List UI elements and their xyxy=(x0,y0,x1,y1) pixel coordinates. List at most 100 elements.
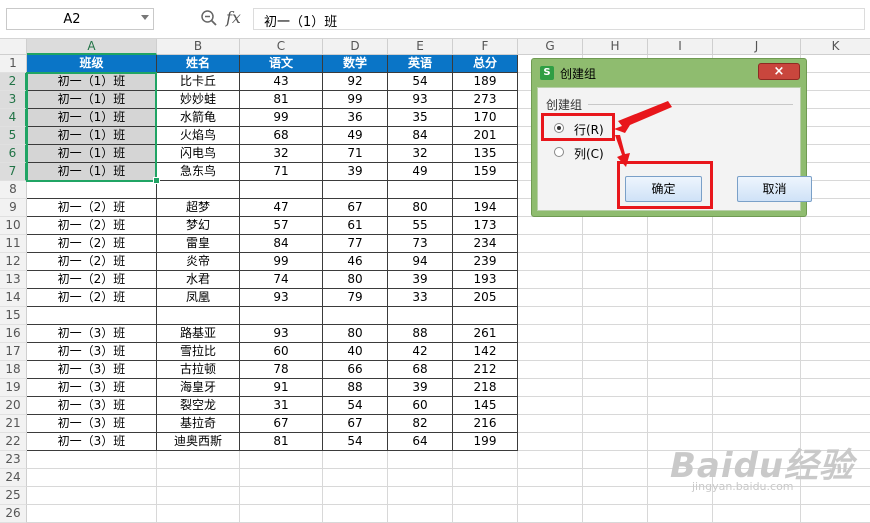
table-cell[interactable]: 40 xyxy=(323,343,388,361)
fx-icon[interactable]: fx xyxy=(226,8,241,27)
table-cell[interactable] xyxy=(801,289,870,307)
row-header[interactable]: 26 xyxy=(0,505,27,523)
table-cell[interactable] xyxy=(713,451,801,469)
table-cell[interactable] xyxy=(323,469,388,487)
table-cell[interactable]: 80 xyxy=(323,325,388,343)
table-cell[interactable] xyxy=(713,469,801,487)
table-cell[interactable]: 79 xyxy=(323,289,388,307)
table-cell[interactable] xyxy=(240,451,323,469)
table-cell[interactable] xyxy=(583,325,648,343)
table-cell[interactable]: 初一（2）班 xyxy=(27,217,157,235)
fill-handle[interactable] xyxy=(153,177,160,184)
table-cell[interactable]: 55 xyxy=(388,217,453,235)
table-cell[interactable]: 39 xyxy=(388,271,453,289)
table-cell[interactable]: 73 xyxy=(388,235,453,253)
table-cell[interactable]: 67 xyxy=(323,415,388,433)
table-cell[interactable] xyxy=(27,469,157,487)
table-cell[interactable] xyxy=(648,415,713,433)
table-cell[interactable]: 99 xyxy=(323,91,388,109)
table-cell[interactable] xyxy=(157,469,240,487)
table-cell[interactable] xyxy=(240,469,323,487)
table-cell[interactable] xyxy=(583,469,648,487)
close-button[interactable]: × xyxy=(758,63,800,80)
table-cell[interactable] xyxy=(157,181,240,199)
column-header-g[interactable]: G xyxy=(518,39,583,55)
table-cell[interactable] xyxy=(801,253,870,271)
table-cell[interactable]: 初一（1）班 xyxy=(27,163,157,181)
table-cell[interactable]: 初一（2）班 xyxy=(27,199,157,217)
table-cell[interactable]: 81 xyxy=(240,433,323,451)
table-cell[interactable] xyxy=(648,343,713,361)
table-cell[interactable] xyxy=(583,253,648,271)
row-header[interactable]: 11 xyxy=(0,235,27,253)
table-cell[interactable]: 54 xyxy=(388,73,453,91)
table-cell[interactable] xyxy=(801,433,870,451)
table-cell[interactable] xyxy=(801,127,870,145)
table-cell[interactable] xyxy=(801,199,870,217)
table-cell[interactable]: 194 xyxy=(453,199,518,217)
row-header[interactable]: 14 xyxy=(0,289,27,307)
table-cell[interactable] xyxy=(801,91,870,109)
table-header-cell[interactable]: 姓名 xyxy=(157,55,240,73)
table-cell[interactable] xyxy=(388,487,453,505)
table-cell[interactable] xyxy=(157,487,240,505)
row-header[interactable]: 17 xyxy=(0,343,27,361)
table-cell[interactable] xyxy=(240,307,323,325)
table-cell[interactable] xyxy=(518,397,583,415)
row-header[interactable]: 3 xyxy=(0,91,27,109)
table-cell[interactable] xyxy=(713,235,801,253)
table-cell[interactable]: 32 xyxy=(388,145,453,163)
table-cell[interactable] xyxy=(801,55,870,73)
table-cell[interactable]: 159 xyxy=(453,163,518,181)
table-cell[interactable]: 88 xyxy=(388,325,453,343)
table-cell[interactable] xyxy=(453,505,518,523)
table-cell[interactable]: 初一（1）班 xyxy=(27,73,157,91)
zoom-out-icon[interactable] xyxy=(200,9,218,27)
table-cell[interactable] xyxy=(801,487,870,505)
row-header[interactable]: 15 xyxy=(0,307,27,325)
table-cell[interactable]: 67 xyxy=(323,199,388,217)
table-cell[interactable]: 170 xyxy=(453,109,518,127)
table-cell[interactable]: 201 xyxy=(453,127,518,145)
table-cell[interactable]: 初一（3）班 xyxy=(27,397,157,415)
row-header[interactable]: 25 xyxy=(0,487,27,505)
dialog-title-bar[interactable]: S 创建组 × xyxy=(532,59,806,87)
table-cell[interactable] xyxy=(583,343,648,361)
table-cell[interactable] xyxy=(388,505,453,523)
row-header[interactable]: 22 xyxy=(0,433,27,451)
table-cell[interactable]: 42 xyxy=(388,343,453,361)
table-cell[interactable]: 261 xyxy=(453,325,518,343)
table-cell[interactable]: 35 xyxy=(388,109,453,127)
table-cell[interactable] xyxy=(713,307,801,325)
table-cell[interactable] xyxy=(518,217,583,235)
table-header-cell[interactable]: 数学 xyxy=(323,55,388,73)
table-cell[interactable] xyxy=(583,217,648,235)
table-cell[interactable]: 93 xyxy=(388,91,453,109)
table-cell[interactable] xyxy=(801,451,870,469)
table-cell[interactable]: 67 xyxy=(240,415,323,433)
table-header-cell[interactable]: 班级 xyxy=(27,55,157,73)
table-cell[interactable] xyxy=(648,253,713,271)
table-cell[interactable] xyxy=(648,433,713,451)
table-cell[interactable]: 初一（2）班 xyxy=(27,235,157,253)
table-cell[interactable] xyxy=(518,325,583,343)
table-cell[interactable] xyxy=(27,307,157,325)
table-cell[interactable] xyxy=(801,361,870,379)
table-cell[interactable]: 39 xyxy=(323,163,388,181)
row-header[interactable]: 23 xyxy=(0,451,27,469)
table-cell[interactable]: 68 xyxy=(388,361,453,379)
table-cell[interactable]: 水箭龟 xyxy=(157,109,240,127)
table-cell[interactable] xyxy=(388,307,453,325)
table-cell[interactable] xyxy=(801,271,870,289)
table-cell[interactable] xyxy=(583,235,648,253)
table-cell[interactable] xyxy=(27,181,157,199)
table-cell[interactable] xyxy=(713,361,801,379)
row-header[interactable]: 10 xyxy=(0,217,27,235)
table-cell[interactable]: 迪奥西斯 xyxy=(157,433,240,451)
table-cell[interactable] xyxy=(713,271,801,289)
table-cell[interactable] xyxy=(157,451,240,469)
table-cell[interactable]: 裂空龙 xyxy=(157,397,240,415)
row-header[interactable]: 8 xyxy=(0,181,27,199)
table-cell[interactable]: 初一（2）班 xyxy=(27,253,157,271)
table-cell[interactable] xyxy=(518,307,583,325)
